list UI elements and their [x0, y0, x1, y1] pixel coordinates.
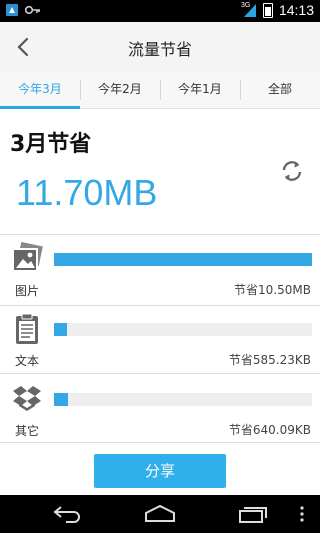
month-tabs: 今年3月 今年2月 今年1月 全部: [0, 72, 320, 109]
saved-value: 节省10.50MB: [234, 283, 311, 297]
tab-all[interactable]: 全部: [240, 72, 320, 108]
category-label: 文本: [15, 354, 40, 368]
refresh-icon[interactable]: [280, 159, 304, 183]
signal-icon: 3G: [241, 2, 257, 18]
saved-amount: 11.70MB: [16, 172, 158, 213]
category-label: 其它: [15, 424, 40, 438]
category-row-other: 其它 节省640.09KB: [0, 376, 320, 446]
category-row-text: 文本 节省585.23KB: [0, 306, 320, 376]
key-icon: [25, 5, 40, 15]
overflow-menu-icon[interactable]: [300, 505, 304, 523]
home-nav-icon[interactable]: [143, 504, 177, 524]
progress-track: [54, 323, 312, 336]
battery-icon: [262, 2, 273, 18]
divider: [0, 442, 320, 443]
divider: [0, 234, 320, 235]
notification-app-icon: [6, 4, 18, 16]
saved-value: 节省585.23KB: [228, 353, 311, 367]
system-nav-bar: [0, 495, 320, 533]
category-row-images: 图片 节省10.50MB: [0, 236, 320, 306]
image-icon: [12, 242, 43, 272]
box-icon: [13, 386, 41, 411]
category-label: 图片: [15, 284, 40, 298]
tab-this-february[interactable]: 今年2月: [80, 72, 160, 108]
document-icon: [16, 313, 38, 344]
summary-title: 3月节省: [10, 132, 92, 157]
divider: [0, 373, 320, 374]
back-nav-icon[interactable]: [52, 505, 82, 523]
progress-track: [54, 393, 312, 406]
status-bar: 3G 14:13: [0, 0, 320, 22]
status-time: 14:13: [278, 2, 314, 18]
page-title: 流量节省: [127, 40, 192, 59]
progress-fill: [54, 393, 69, 406]
tab-this-march[interactable]: 今年3月: [0, 72, 80, 109]
progress-fill: [54, 253, 312, 266]
progress-track: [54, 253, 312, 266]
recent-apps-icon[interactable]: [238, 505, 268, 523]
progress-fill: [54, 323, 67, 336]
saved-value: 节省640.09KB: [228, 423, 311, 437]
share-button[interactable]: 分享: [94, 454, 226, 488]
app-header: 流量节省: [0, 22, 320, 73]
tab-this-january[interactable]: 今年1月: [160, 72, 240, 108]
